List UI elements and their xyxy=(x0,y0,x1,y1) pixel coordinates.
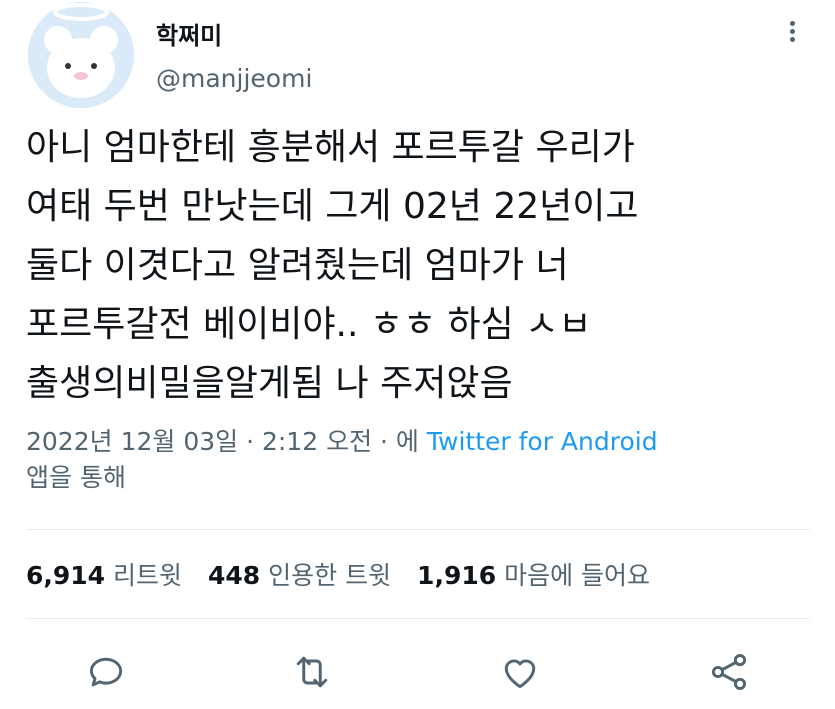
quote-label[interactable]: 인용한 트윗 xyxy=(268,561,391,590)
retweet-count[interactable]: 6,914 xyxy=(26,561,105,590)
more-icon[interactable] xyxy=(786,18,798,45)
tweet-meta: 2022년 12월 03일 · 2:12 오전 · 에 Twitter for … xyxy=(26,424,816,496)
reply-icon[interactable] xyxy=(84,650,128,694)
user-handle[interactable]: @manjjeomi xyxy=(156,64,312,93)
tweet-stats: 6,914 리트윗 448 인용한 트윗 1,916 마음에 들어요 xyxy=(26,556,668,592)
like-count[interactable]: 1,916 xyxy=(417,561,496,590)
avatar-image xyxy=(28,2,134,108)
tweet-line: 아니 엄마한테 흥분해서 포르투갈 우리가 xyxy=(26,127,635,168)
tweet-text: 아니 엄마한테 흥분해서 포르투갈 우리가 여태 두번 만낫는데 그게 02년 … xyxy=(26,118,816,413)
source-link[interactable]: Twitter for Android xyxy=(427,427,658,456)
heart-icon[interactable] xyxy=(498,650,542,694)
avatar[interactable] xyxy=(28,2,134,108)
timestamp[interactable]: 2022년 12월 03일 · 2:12 오전 · 에 xyxy=(26,427,419,456)
tweet-line: 포르투갈전 베이비야.. ㅎㅎ 하심 ㅅㅂ xyxy=(26,304,592,345)
quote-count[interactable]: 448 xyxy=(208,561,260,590)
source-suffix: 앱을 통해 xyxy=(26,463,126,492)
divider xyxy=(26,529,810,530)
retweet-icon[interactable] xyxy=(290,650,334,694)
like-label[interactable]: 마음에 들어요 xyxy=(504,561,650,590)
tweet-line: 여태 두번 만낫는데 그게 02년 22년이고 xyxy=(26,186,639,227)
tweet-line: 출생의비밀을알게됨 나 주저앉음 xyxy=(26,363,513,404)
divider xyxy=(26,618,810,619)
tweet-line: 둘다 이겻다고 알려줬는데 엄마가 너 xyxy=(26,245,569,286)
display-name[interactable]: 학쩌미 xyxy=(156,16,222,51)
share-icon[interactable] xyxy=(707,650,751,694)
action-bar xyxy=(0,650,835,694)
retweet-label[interactable]: 리트윗 xyxy=(113,561,182,590)
